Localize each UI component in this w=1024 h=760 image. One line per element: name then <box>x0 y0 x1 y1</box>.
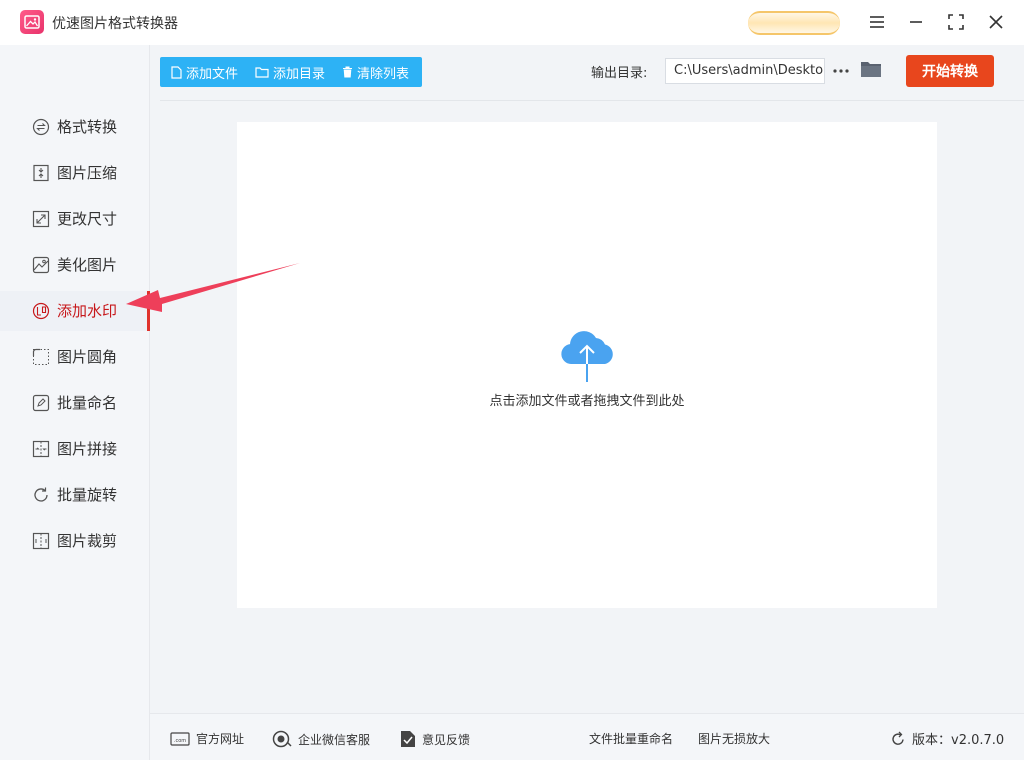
lossless-upscale-link[interactable]: 图片无损放大 <box>698 730 770 747</box>
sidebar-item-label: 格式转换 <box>57 118 118 136</box>
wechat-label: 企业微信客服 <box>298 732 371 747</box>
maximize-icon[interactable] <box>943 9 969 35</box>
add-file-label: 添加文件 <box>186 66 239 82</box>
wechat-icon <box>272 730 292 748</box>
sidebar-item-rename[interactable]: 批量命名 <box>0 383 150 423</box>
footer-bar: .com 官方网址 企业微信客服 意见反馈 文件批量重命名 图片无损放大 版本：… <box>150 713 1024 760</box>
sidebar-item-beautify[interactable]: 美化图片 <box>0 245 150 285</box>
sidebar-item-watermark[interactable]: 添加水印 <box>0 291 150 331</box>
sidebar-item-label: 图片压缩 <box>57 164 118 182</box>
feedback-label: 意见反馈 <box>422 732 471 747</box>
sidebar-item-label: 更改尺寸 <box>57 210 118 228</box>
file-drop-zone[interactable]: 点击添加文件或者拖拽文件到此处 <box>237 122 937 608</box>
crop-icon <box>32 532 50 550</box>
sidebar: 格式转换 图片压缩 更改尺寸 美化图片 添加水印 图片圆角 批量命名 图片拼接 … <box>0 45 150 760</box>
file-button-group: 添加文件 添加目录 清除列表 <box>160 57 422 87</box>
format-convert-icon <box>32 118 50 136</box>
sidebar-item-label: 批量命名 <box>57 394 118 412</box>
promo-badge[interactable] <box>748 11 840 35</box>
feedback-icon <box>401 731 415 747</box>
website-icon: .com <box>170 731 190 746</box>
sidebar-item-rotate[interactable]: 批量旋转 <box>0 475 150 515</box>
sidebar-item-stitch[interactable]: 图片拼接 <box>0 429 150 469</box>
app-title: 优速图片格式转换器 <box>52 16 178 32</box>
start-convert-button[interactable]: 开始转换 <box>906 55 994 87</box>
sidebar-item-label: 图片拼接 <box>57 440 118 458</box>
beautify-icon <box>32 256 50 274</box>
sidebar-item-crop[interactable]: 图片裁剪 <box>0 521 150 561</box>
sidebar-item-label: 图片圆角 <box>57 348 118 366</box>
output-dir-label: 输出目录: <box>591 66 648 81</box>
add-file-button[interactable]: 添加文件 <box>171 57 238 87</box>
sidebar-item-label: 添加水印 <box>57 302 118 320</box>
sidebar-item-compress[interactable]: 图片压缩 <box>0 153 150 193</box>
stitch-icon <box>32 440 50 458</box>
sidebar-item-label: 批量旋转 <box>57 486 118 504</box>
clear-list-button[interactable]: 清除列表 <box>342 57 409 87</box>
rename-icon <box>32 394 50 412</box>
feedback-link[interactable]: 意见反馈 <box>400 730 470 748</box>
menu-icon[interactable] <box>864 9 890 35</box>
folder-outline-icon <box>255 67 269 78</box>
round-corner-icon <box>32 348 49 365</box>
wechat-support-link[interactable]: 企业微信客服 <box>272 730 370 748</box>
resize-icon <box>32 210 50 228</box>
official-website-link[interactable]: .com 官方网址 <box>170 730 244 747</box>
rotate-icon <box>34 487 48 502</box>
file-icon <box>171 65 182 79</box>
clear-list-label: 清除列表 <box>357 66 410 82</box>
version-info[interactable]: 版本：v2.0.7.0 <box>890 729 1004 748</box>
minimize-icon[interactable] <box>903 9 929 35</box>
compress-icon <box>33 164 49 182</box>
output-path-field[interactable]: C:\Users\admin\Deskto <box>665 58 825 84</box>
add-folder-label: 添加目录 <box>273 66 326 82</box>
trash-icon <box>343 66 353 78</box>
version-label: 版本：v2.0.7.0 <box>912 733 1005 748</box>
website-label: 官方网址 <box>196 732 245 746</box>
refresh-icon <box>892 731 904 745</box>
watermark-icon <box>32 302 50 320</box>
sidebar-item-resize[interactable]: 更改尺寸 <box>0 199 150 239</box>
drop-hint-text: 点击添加文件或者拖拽文件到此处 <box>489 394 685 409</box>
more-options-icon[interactable] <box>832 60 850 82</box>
add-folder-button[interactable]: 添加目录 <box>255 57 325 87</box>
title-bar: 优速图片格式转换器 <box>0 0 1024 45</box>
sidebar-item-label: 美化图片 <box>57 256 118 274</box>
sidebar-item-format-convert[interactable]: 格式转换 <box>0 107 150 147</box>
close-icon[interactable] <box>983 9 1009 35</box>
batch-rename-link[interactable]: 文件批量重命名 <box>589 730 673 747</box>
svg-text:.com: .com <box>174 738 186 744</box>
toolbar-divider <box>160 100 1024 101</box>
cloud-upload-icon <box>561 331 613 382</box>
sidebar-item-label: 图片裁剪 <box>57 532 118 550</box>
sidebar-item-round-corner[interactable]: 图片圆角 <box>0 337 150 377</box>
app-logo-icon <box>20 10 44 34</box>
open-folder-icon[interactable] <box>860 59 882 81</box>
